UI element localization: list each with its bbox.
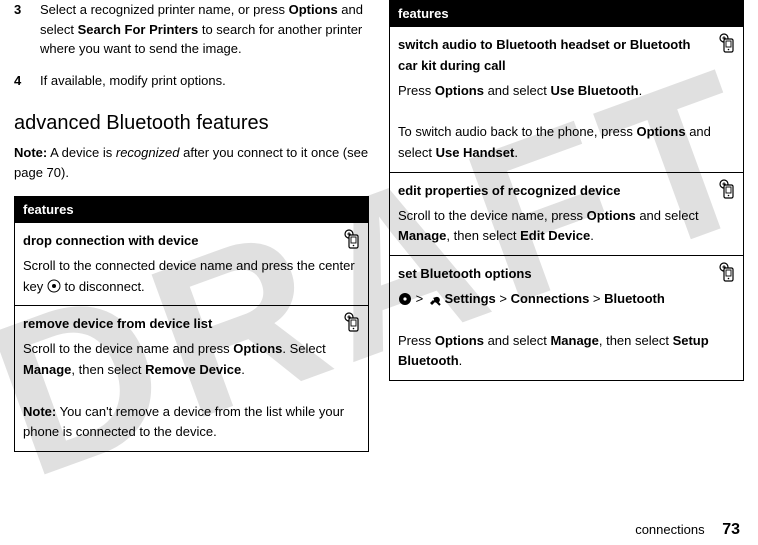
table-row: remove device from device list Scroll to… xyxy=(15,306,369,452)
features-table-left: features drop connection with device Scr… xyxy=(14,196,369,452)
ui-label-options: Options xyxy=(435,333,484,348)
footer-section: connections xyxy=(635,522,704,537)
text-fragment: Scroll to the device name and press xyxy=(23,341,233,356)
bluetooth-device-icon xyxy=(342,229,362,249)
table-row: switch audio to Bluetooth headset or Blu… xyxy=(390,27,744,173)
text-fragment: , then select xyxy=(446,228,520,243)
text-fragment: . xyxy=(241,362,245,377)
nav-key-icon xyxy=(398,292,412,306)
ui-label-remove-device: Remove Device xyxy=(145,362,241,377)
left-column: 3 Select a recognized printer name, or p… xyxy=(14,0,369,545)
ui-label-options: Options xyxy=(435,83,484,98)
feature-title: edit properties of recognized device xyxy=(398,181,735,202)
text-fragment: A device is xyxy=(47,145,116,160)
emphasis: recognized xyxy=(116,145,180,160)
ui-label-options: Options xyxy=(636,124,685,139)
ui-label-edit-device: Edit Device xyxy=(520,228,590,243)
text-fragment: and select xyxy=(484,83,551,98)
text-fragment: and select xyxy=(636,208,699,223)
text-fragment: . xyxy=(514,145,518,160)
step-text: If available, modify print options. xyxy=(40,71,369,91)
ui-label-manage: Manage xyxy=(23,362,71,377)
step-number: 4 xyxy=(14,71,28,91)
note-label: Note: xyxy=(23,404,56,419)
ui-label-manage: Manage xyxy=(398,228,446,243)
text-fragment: . xyxy=(639,83,643,98)
section-heading: advanced Bluetooth features xyxy=(14,112,369,135)
bluetooth-device-icon xyxy=(342,312,362,332)
text-fragment: > xyxy=(496,291,511,306)
text-fragment: , then select xyxy=(599,333,673,348)
step-text: Select a recognized printer name, or pre… xyxy=(40,0,369,59)
note-text: Note: A device is recognized after you c… xyxy=(14,143,369,182)
step-number: 3 xyxy=(14,0,28,59)
features-table-right: features switch audio to Bluetooth heads… xyxy=(389,0,744,381)
text-fragment: . Select xyxy=(282,341,325,356)
ui-label-options: Options xyxy=(289,2,338,17)
text-fragment: and select xyxy=(484,333,551,348)
ui-label-manage: Manage xyxy=(550,333,598,348)
page-footer: connections 73 xyxy=(635,521,740,539)
ui-label-connections: Connections xyxy=(511,291,590,306)
text-fragment: Press xyxy=(398,333,435,348)
tools-icon xyxy=(427,292,441,306)
bluetooth-device-icon xyxy=(717,179,737,199)
ui-label-options: Options xyxy=(233,341,282,356)
text-fragment: , then select xyxy=(71,362,145,377)
feature-title: remove device from device list xyxy=(23,314,360,335)
bluetooth-device-icon xyxy=(717,33,737,53)
ui-label-use-handset: Use Handset xyxy=(436,145,515,160)
table-row: set Bluetooth options > Settings > Conne… xyxy=(390,256,744,381)
center-key-icon xyxy=(47,279,61,293)
feature-title: set Bluetooth options xyxy=(398,264,735,285)
step-4: 4 If available, modify print options. xyxy=(14,71,369,91)
step-3: 3 Select a recognized printer name, or p… xyxy=(14,0,369,59)
text-fragment: You can't remove a device from the list … xyxy=(23,404,344,440)
text-fragment: > xyxy=(589,291,604,306)
text-fragment: Select a recognized printer name, or pre… xyxy=(40,2,289,17)
ui-label-settings: Settings xyxy=(444,291,495,306)
right-column: features switch audio to Bluetooth heads… xyxy=(389,0,744,545)
text-fragment: . xyxy=(459,353,463,368)
ui-label-search-printers: Search For Printers xyxy=(78,22,199,37)
feature-title: drop connection with device xyxy=(23,231,360,252)
ui-label-options: Options xyxy=(587,208,636,223)
text-fragment: . xyxy=(590,228,594,243)
text-fragment: To switch audio back to the phone, press xyxy=(398,124,636,139)
text-fragment: to disconnect. xyxy=(61,279,145,294)
note-label: Note: xyxy=(14,145,47,160)
feature-title: switch audio to Bluetooth headset or Blu… xyxy=(398,35,735,77)
bluetooth-device-icon xyxy=(717,262,737,282)
table-header: features xyxy=(15,197,369,223)
table-row: drop connection with device Scroll to th… xyxy=(15,223,369,306)
ui-label-use-bluetooth: Use Bluetooth xyxy=(550,83,638,98)
ui-label-bluetooth: Bluetooth xyxy=(604,291,665,306)
table-header: features xyxy=(390,1,744,27)
text-fragment: Scroll to the device name, press xyxy=(398,208,587,223)
table-row: edit properties of recognized device Scr… xyxy=(390,172,744,255)
text-fragment: Press xyxy=(398,83,435,98)
page-number: 73 xyxy=(722,521,740,538)
